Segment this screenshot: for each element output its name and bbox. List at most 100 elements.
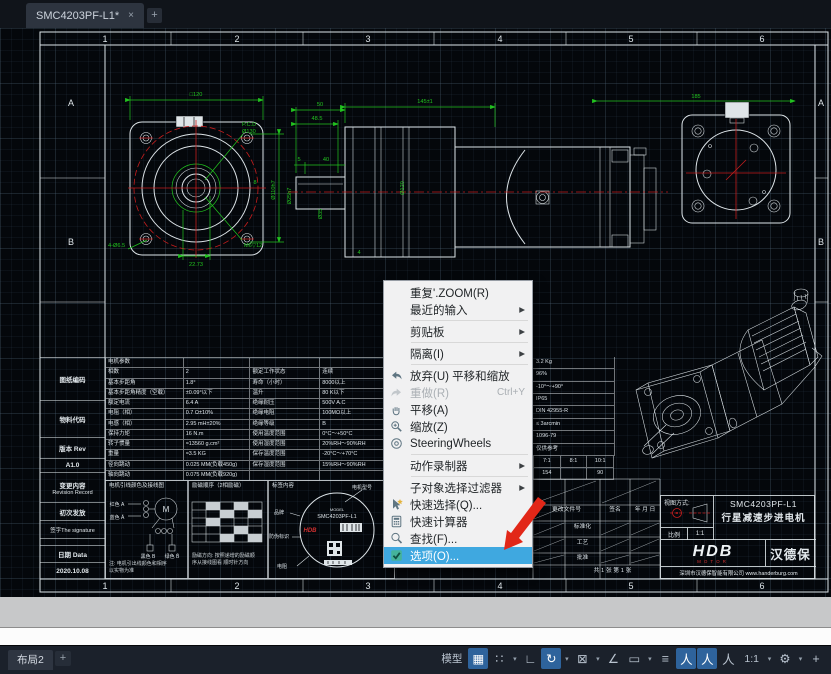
rev-value: A1.0: [40, 459, 105, 473]
table-row: 径向跳动0.025 MM(负载450g)保存湿度范围15%RH～90%RH: [106, 461, 390, 471]
dim-square-120: □120: [190, 92, 203, 98]
annotation-scale-value[interactable]: 1:1: [739, 648, 764, 669]
rev-label: 版本 Rev: [40, 438, 105, 459]
table-cell: 96%: [533, 369, 614, 380]
annotation-scale-icon[interactable]: 人: [718, 648, 738, 669]
menu-item-undo[interactable]: 放弃(U) 平移和缩放: [384, 367, 532, 384]
gear-ratio-table: 7:18:110:115490: [533, 456, 614, 480]
hdb-logo-subtext: MOTOR: [697, 559, 729, 564]
dim-holes: 4-Ø6.5: [108, 243, 125, 249]
menu-item-label: 缩放(Z): [410, 419, 525, 435]
object-snap-icon[interactable]: ⊠: [572, 648, 592, 669]
status-plus-icon[interactable]: +: [806, 648, 826, 669]
frame-col-label: 2: [234, 34, 239, 44]
dyninput-caret-icon[interactable]: ▾: [645, 648, 654, 669]
menu-item-action-recorder[interactable]: 动作录制器 ▶: [384, 457, 532, 474]
table-row: 7:18:110:1: [534, 456, 614, 468]
table-cell: 电机参数: [106, 358, 184, 368]
table-cell: 1.8°: [184, 379, 251, 389]
angle-snap-icon[interactable]: ∠: [603, 648, 623, 669]
table-cell: 基本步距角精度（空载）: [106, 389, 184, 399]
menu-item-steeringwheels[interactable]: SteeringWheels: [384, 435, 532, 452]
zoom-magnifier-icon: [388, 420, 405, 434]
submenu-arrow-icon: ▶: [519, 327, 525, 336]
table-cell: ≈13560 g.cm²: [184, 440, 251, 450]
find-icon: [388, 532, 405, 546]
front-view: □120 P.C.D Ø130 4-Ø6.5 M6▽12 22.73 Ø110h…: [108, 92, 284, 268]
blank-icon: [388, 303, 405, 317]
customization-gear-icon[interactable]: ⚙: [775, 648, 795, 669]
grid-icon[interactable]: ▦: [468, 648, 488, 669]
menu-item-label: 平移(A): [410, 402, 525, 418]
menu-item-isolate[interactable]: 隔离(I) ▶: [384, 345, 532, 362]
callout-antifake: 防伪标识: [269, 533, 289, 540]
snap-caret-icon[interactable]: ▾: [510, 648, 519, 669]
spacer-row: [40, 539, 105, 546]
snap-icon[interactable]: ∷: [489, 648, 509, 669]
frame-col-label: 6: [759, 34, 764, 44]
scale-caret-icon[interactable]: ▾: [765, 648, 774, 669]
table-cell: 0.7 Ω±10%: [184, 409, 251, 419]
menu-item-redo[interactable]: 重做(R) Ctrl+Y: [384, 384, 532, 401]
osnap-caret-icon[interactable]: ▾: [593, 648, 602, 669]
table-cell: 绝缘等级: [250, 420, 320, 430]
gearbox-parameter-table: 3.2 Kg96%-10°～+90°IP65DIN 42955-R≤ 3arcm…: [533, 357, 615, 456]
menu-item-zoom[interactable]: 缩放(Z): [384, 418, 532, 435]
menu-separator: [411, 320, 528, 321]
table-cell: 6.4 A: [184, 399, 251, 409]
blank-icon: [388, 459, 405, 473]
company-line: 深圳市汉德保智能有限公司 www.handerburg.com: [661, 567, 816, 579]
menu-separator: [411, 454, 528, 455]
model-tab[interactable]: 模型: [436, 648, 467, 669]
dynamic-input-icon[interactable]: ▭: [624, 648, 644, 669]
menu-item-recent-input[interactable]: 最近的输入 ▶: [384, 301, 532, 318]
table-cell: 7:1: [534, 456, 561, 468]
table-row: 额定电流6.4 A绝缘耐压500V A.C: [106, 399, 390, 409]
table-row: 相数2额定工作状态连续: [106, 368, 390, 378]
ortho-icon[interactable]: ∟: [520, 648, 540, 669]
scale-label: 比例: [661, 528, 687, 540]
layout-tab[interactable]: 布局2: [8, 650, 53, 670]
signature-label: 签字The signature: [40, 521, 105, 539]
polar-tracking-icon[interactable]: ↻: [541, 648, 561, 669]
table-cell: 寿命（小时）: [250, 379, 320, 389]
part-identity: SMC4203PF-L1 行星减速步进电机: [713, 496, 814, 527]
annotation-autoscale-icon[interactable]: 人: [697, 648, 717, 669]
new-tab-button[interactable]: +: [147, 8, 162, 23]
table-row: 保持力矩16 N.m使用温度范围0°C～+50°C: [106, 430, 390, 440]
dim-key: 8: [253, 180, 256, 186]
side-view: 50 48.5 145±1 185 5 40 Ø25h7 Ø35 Ø120 4: [287, 94, 795, 257]
title-block: 视图方式: SMC4203PF-L1 行星减速步进电机 比例 1:1 HDB M…: [660, 495, 815, 579]
table-cell: 使用温度范围: [250, 430, 320, 440]
polar-caret-icon[interactable]: ▾: [562, 648, 571, 669]
menu-item-repeat-zoom[interactable]: 重复'.ZOOM(R): [384, 284, 532, 301]
table-cell: 重量: [106, 450, 184, 460]
quick-select-icon: [388, 498, 405, 512]
excitation-box: 励磁顺序（2相励磁） 励磁方向: 按照递增的励磁顺 序从接线图看 顺时针方向: [188, 480, 268, 579]
table-cell: 电感（相）: [106, 420, 184, 430]
close-tab-icon[interactable]: ×: [128, 10, 134, 21]
lineweight-icon[interactable]: ≡: [655, 648, 675, 669]
table-cell: 连续: [320, 368, 390, 378]
new-layout-button[interactable]: +: [55, 651, 71, 666]
wiring-note-2: 以实物为准: [109, 568, 134, 574]
menu-item-label: 最近的输入: [410, 302, 515, 318]
table-cell: 80 K以下: [320, 389, 390, 399]
gear-caret-icon[interactable]: ▾: [796, 648, 805, 669]
table-cell: ≈3.5 KG: [184, 450, 251, 460]
frame-col-label: 4: [497, 581, 502, 591]
blank-icon: [388, 481, 405, 495]
annotation-visibility-icon[interactable]: 人: [676, 648, 696, 669]
document-tab[interactable]: SMC4203PF-L1* ×: [26, 3, 144, 28]
table-cell: 15%RH～90%RH: [320, 461, 390, 471]
label-box: 标签内容: [268, 480, 395, 579]
dim-pcd-value: Ø130: [242, 129, 256, 135]
table-cell: 保存温度范围: [250, 450, 320, 460]
table-cell: ±0.09°以下: [184, 389, 251, 399]
date-value: 2020.10.08: [40, 563, 105, 579]
command-line-input[interactable]: [0, 627, 831, 645]
menu-item-pan[interactable]: 平移(A): [384, 401, 532, 418]
menu-item-clipboard[interactable]: 剪贴板 ▶: [384, 323, 532, 340]
table-cell: 8:1: [561, 456, 588, 468]
dim-145: 145±1: [417, 99, 433, 105]
